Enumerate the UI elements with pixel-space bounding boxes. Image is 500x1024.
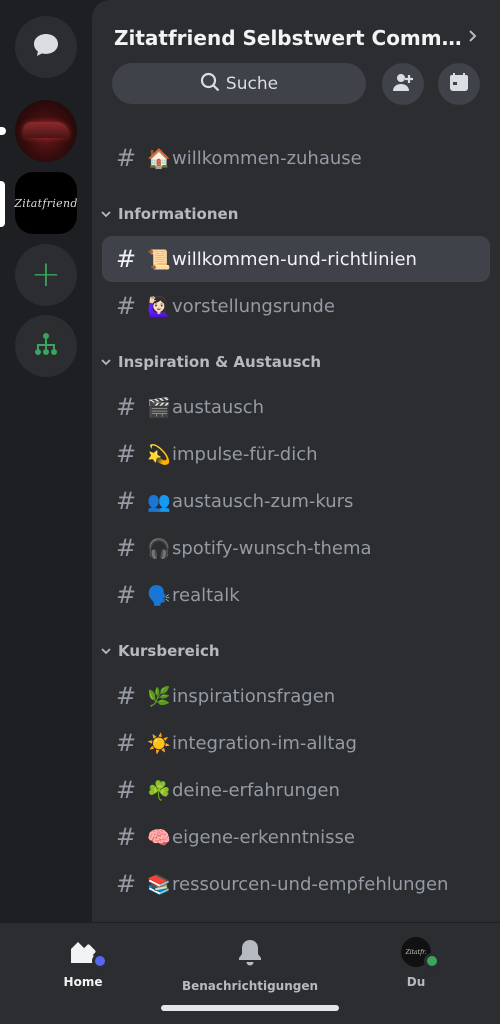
- channel-name: inspirationsfragen: [172, 685, 336, 707]
- hash-icon: #: [115, 487, 137, 515]
- server-logo: Zitatfriend: [14, 196, 78, 210]
- bell-icon: [237, 937, 263, 971]
- search-label: Suche: [225, 73, 279, 94]
- channel-item[interactable]: # 🙋🏻‍♀️ vorstellungsrunde: [102, 283, 490, 329]
- hash-icon: #: [115, 823, 137, 851]
- channel-name: realtalk: [172, 584, 240, 606]
- hash-icon: #: [115, 776, 137, 804]
- channel-name: willkommen-zuhause: [172, 147, 362, 169]
- channel-emoji: 🏠: [147, 147, 171, 170]
- channel-name: austausch: [172, 396, 264, 418]
- invite-members-button[interactable]: [382, 63, 424, 105]
- channel-emoji: 📜: [147, 248, 171, 271]
- channel-name: impulse-für-dich: [172, 443, 318, 465]
- events-button[interactable]: [438, 63, 480, 105]
- category-label: Inspiration & Austausch: [118, 353, 322, 371]
- channel-emoji: 📚: [147, 873, 171, 896]
- search-button[interactable]: Suche: [112, 63, 366, 104]
- discover-button[interactable]: [15, 315, 77, 377]
- server-icon-zitatfriend[interactable]: Zitatfriend: [14, 172, 78, 234]
- channel-name: spotify-wunsch-thema: [172, 537, 372, 559]
- server-icon-car[interactable]: [15, 100, 77, 162]
- channel-name: ressourcen-und-empfehlungen: [172, 873, 449, 895]
- channel-item[interactable]: # 🌿 inspirationsfragen: [102, 673, 490, 719]
- channel-emoji: ☀️: [147, 732, 171, 755]
- channel-item[interactable]: # 👥 austausch-zum-kurs: [102, 478, 490, 524]
- hash-icon: #: [115, 870, 137, 898]
- channel-panel: Zitatfriend Selbstwert Commun... Suche #…: [92, 0, 500, 922]
- plus-icon: +: [30, 254, 62, 295]
- hash-icon: #: [115, 393, 137, 421]
- calendar-icon: [449, 72, 469, 96]
- channel-name: eigene-erkenntnisse: [172, 826, 355, 848]
- chevron-down-icon: [100, 645, 112, 658]
- hash-icon: #: [115, 534, 137, 562]
- channel-item[interactable]: # 🧠 eigene-erkenntnisse: [102, 814, 490, 860]
- tab-home[interactable]: Home: [52, 937, 114, 989]
- online-status-badge: [424, 953, 440, 969]
- tab-label: Du: [406, 975, 426, 989]
- channel-item[interactable]: # ☀️ integration-im-alltag: [102, 720, 490, 766]
- channel-item[interactable]: # 💫 impulse-für-dich: [102, 431, 490, 477]
- hash-icon: #: [115, 292, 137, 320]
- category-label: Informationen: [118, 205, 239, 223]
- channel-item[interactable]: # 🗣️ realtalk: [102, 572, 490, 618]
- channel-item[interactable]: # 🎧 spotify-wunsch-thema: [102, 525, 490, 571]
- add-user-icon: [392, 72, 414, 96]
- channel-name: willkommen-und-richtlinien: [172, 248, 417, 270]
- hash-icon: #: [115, 729, 137, 757]
- tab-label: Home: [63, 975, 103, 989]
- category-header[interactable]: Kursbereich: [100, 642, 220, 660]
- hash-icon: #: [115, 144, 137, 172]
- channel-item[interactable]: # 📚 ressourcen-und-empfehlungen: [102, 861, 490, 907]
- category-header[interactable]: Informationen: [100, 205, 238, 223]
- hierarchy-icon: [33, 331, 59, 361]
- hash-icon: #: [115, 440, 137, 468]
- channel-item[interactable]: # 🎬 austausch: [102, 384, 490, 430]
- server-title[interactable]: Zitatfriend Selbstwert Commun...: [114, 26, 464, 50]
- channel-emoji: 💫: [147, 443, 171, 466]
- channel-emoji: 🌿: [147, 685, 171, 708]
- channel-item[interactable]: # 📜 willkommen-und-richtlinien: [102, 236, 490, 282]
- channel-emoji: 🎧: [147, 537, 171, 560]
- channel-emoji: 🧠: [147, 826, 171, 849]
- channel-emoji: 👥: [147, 490, 171, 513]
- channel-name: austausch-zum-kurs: [172, 490, 354, 512]
- hash-icon: #: [115, 682, 137, 710]
- car-image: [23, 122, 69, 138]
- search-icon: [200, 72, 220, 96]
- chat-bubble-icon: [32, 32, 60, 62]
- notification-badge: [92, 953, 108, 969]
- channel-emoji: 🗣️: [147, 584, 171, 607]
- channel-item[interactable]: # ☘️ deine-erfahrungen: [102, 767, 490, 813]
- selected-server-indicator: [0, 181, 5, 227]
- chevron-down-icon: [100, 356, 112, 369]
- channel-emoji: 🎬: [147, 396, 171, 419]
- channel-name: integration-im-alltag: [172, 732, 357, 754]
- direct-messages-button[interactable]: [15, 16, 77, 78]
- tab-you[interactable]: Zitatfr. Du: [386, 937, 446, 989]
- channel-name: vorstellungsrunde: [172, 295, 335, 317]
- tab-notifications[interactable]: Benachrichtigungen: [182, 937, 318, 993]
- category-label: Kursbereich: [118, 642, 220, 660]
- hash-icon: #: [115, 581, 137, 609]
- tab-label: Benachrichtigungen: [181, 979, 319, 993]
- hash-icon: #: [115, 245, 137, 273]
- chevron-right-icon[interactable]: [468, 28, 478, 47]
- add-server-button[interactable]: +: [15, 244, 77, 306]
- home-indicator[interactable]: [161, 1005, 339, 1011]
- channel-emoji: 🙋🏻‍♀️: [147, 295, 171, 318]
- unread-indicator: [0, 127, 6, 135]
- channel-item[interactable]: # 🏠 willkommen-zuhause: [102, 135, 490, 181]
- chevron-down-icon: [100, 208, 112, 221]
- server-rail: Zitatfriend +: [0, 0, 92, 922]
- channel-name: deine-erfahrungen: [172, 779, 340, 801]
- channel-emoji: ☘️: [147, 779, 171, 802]
- category-header[interactable]: Inspiration & Austausch: [100, 353, 321, 371]
